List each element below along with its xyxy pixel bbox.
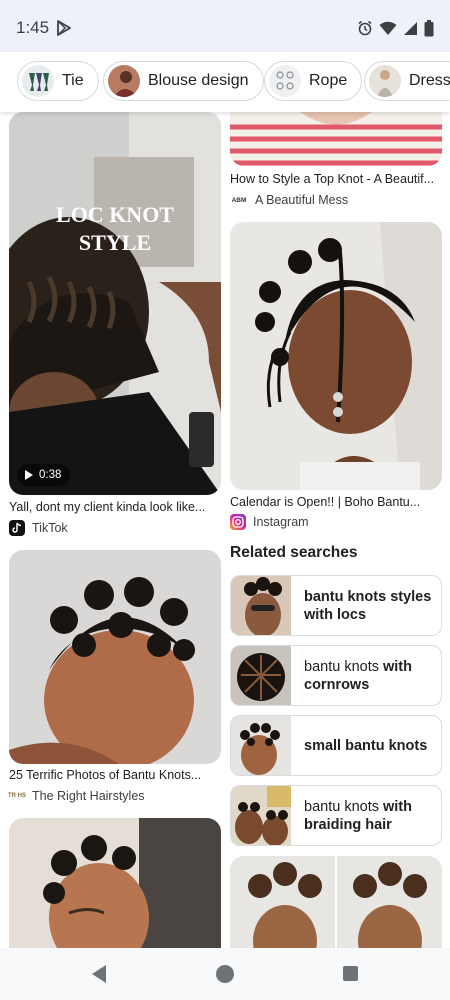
tie-thumb: [22, 65, 54, 97]
pin-title[interactable]: 25 Terrific Photos of Bantu Knots...: [9, 768, 221, 782]
pin-title[interactable]: How to Style a Top Knot - A Beautif...: [230, 172, 442, 186]
chip-label: Dress: [409, 72, 450, 89]
instagram-icon: [230, 514, 246, 530]
related-thumb: [231, 716, 291, 775]
related-thumb: [231, 646, 291, 705]
pin-title[interactable]: Calendar is Open!! | Boho Bantu...: [230, 495, 442, 509]
video-duration-badge: 0:38: [17, 464, 71, 486]
chip-rope[interactable]: Rope: [264, 61, 363, 101]
status-time: 1:45: [16, 18, 50, 37]
pin-photo: LOC KNOT STYLE: [9, 112, 221, 495]
status-icons: [357, 19, 434, 37]
chip-tie[interactable]: Tie: [17, 61, 99, 101]
dress-thumb: [369, 65, 401, 97]
related-search-text: small bantu knots: [291, 737, 433, 755]
system-navigation-bar: [0, 948, 450, 1000]
home-button[interactable]: [216, 965, 234, 983]
signal-icon: [404, 21, 417, 35]
pin-source[interactable]: Instagram: [230, 514, 309, 530]
status-bar: 1:45: [0, 0, 450, 52]
video-duration: 0:38: [39, 469, 62, 481]
pin-source[interactable]: TR HS The Right Hairstyles: [8, 788, 145, 804]
pin-source[interactable]: ABM A Beautiful Mess: [230, 192, 348, 208]
related-search-label: small bantu knots: [304, 737, 428, 754]
wifi-icon: [379, 21, 397, 35]
related-search-small-bantu-knots[interactable]: small bantu knots: [230, 715, 442, 776]
pin-image-caption-line1: LOC KNOT: [56, 202, 174, 227]
related-thumb: [231, 786, 291, 845]
pin-image-bantu-before-after[interactable]: [230, 856, 442, 948]
pin-feed: LOC KNOT STYLE 0:38 Yall, dont my client…: [0, 112, 450, 948]
a-beautiful-mess-icon: ABM: [230, 192, 248, 208]
play-icon: [25, 470, 33, 480]
pin-title[interactable]: Yall, dont my client kinda look like...: [9, 500, 221, 514]
source-icon-text: ABM: [231, 196, 247, 204]
pin-source-name: A Beautiful Mess: [255, 193, 349, 207]
related-search-bantu-knots-with-cornrows[interactable]: bantu knots with cornrows: [230, 645, 442, 706]
related-search-label-prefix: bantu knots: [304, 658, 383, 675]
pin-image-top-knot[interactable]: [230, 112, 442, 166]
back-button[interactable]: [90, 964, 108, 984]
pin-photo: [230, 856, 442, 948]
related-search-text: bantu knots with cornrows: [291, 658, 441, 694]
pin-source-name: TikTok: [32, 521, 68, 535]
tiktok-icon: [9, 520, 25, 536]
alarm-icon: [358, 20, 372, 36]
battery-icon: [424, 19, 434, 36]
chip-blouse-design[interactable]: Blouse design: [103, 61, 264, 101]
related-search-bantu-knots-with-braiding-hair[interactable]: bantu knots with braiding hair: [230, 785, 442, 846]
pin-image-caption-line2: STYLE: [79, 230, 151, 255]
related-thumb: [231, 576, 291, 635]
pin-photo: [230, 222, 442, 490]
pin-image-bantu-selfie[interactable]: [9, 818, 221, 948]
chip-dress[interactable]: Dress: [364, 61, 450, 101]
pin-source-name: Instagram: [253, 515, 309, 529]
related-search-text: bantu knots with braiding hair: [291, 798, 441, 834]
chip-label: Rope: [309, 72, 348, 89]
play-store-icon: [57, 20, 71, 36]
pin-photo: [9, 818, 221, 948]
pin-source[interactable]: TikTok: [9, 520, 68, 536]
pin-source-name: The Right Hairstyles: [32, 789, 145, 803]
blouse-thumb: [108, 65, 140, 97]
related-search-text: bantu knots styles with locs: [291, 588, 441, 624]
pin-image-boho-bantu[interactable]: [230, 222, 442, 490]
pin-image-bantu-knots[interactable]: [9, 550, 221, 764]
related-search-label-prefix: bantu knots: [304, 798, 383, 815]
related-searches-heading: Related searches: [230, 544, 358, 561]
pin-photo: [9, 550, 221, 764]
pin-photo: [230, 112, 442, 166]
chip-label: Blouse design: [148, 72, 249, 89]
rope-thumb: [269, 65, 301, 97]
source-icon-text: TR HS: [8, 792, 26, 799]
chip-label: Tie: [62, 72, 84, 89]
the-right-hairstyles-icon: TR HS: [8, 788, 26, 804]
recents-button[interactable]: [343, 966, 358, 981]
related-search-label: bantu knots styles with locs: [304, 588, 432, 623]
related-search-bantu-knots-styles-with-locs[interactable]: bantu knots styles with locs: [230, 575, 442, 636]
related-chips-bar: Tie Blouse design Rope Dress: [0, 52, 450, 112]
pin-image-loc-knot-video[interactable]: LOC KNOT STYLE: [9, 112, 221, 495]
